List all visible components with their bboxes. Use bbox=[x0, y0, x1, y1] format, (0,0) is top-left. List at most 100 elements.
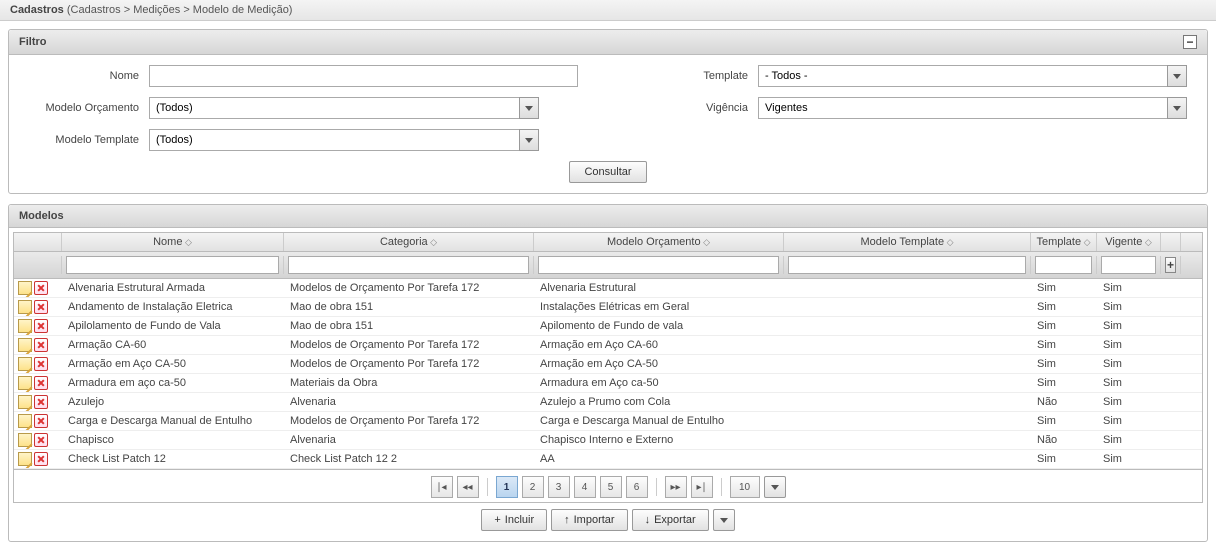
incluir-button[interactable]: +Incluir bbox=[481, 509, 547, 531]
template-dropdown-icon[interactable] bbox=[1167, 65, 1187, 87]
table-row[interactable]: AzulejoAlvenariaAzulejo a Prumo com Cola… bbox=[14, 393, 1202, 412]
edit-icon[interactable] bbox=[18, 319, 32, 333]
header-vigente[interactable]: Vigente bbox=[1097, 233, 1161, 251]
cell-modelo-template bbox=[784, 393, 1031, 411]
delete-icon[interactable] bbox=[34, 281, 48, 295]
edit-icon[interactable] bbox=[18, 395, 32, 409]
filter-panel-title: Filtro bbox=[19, 36, 47, 48]
edit-icon[interactable] bbox=[18, 357, 32, 371]
table-row[interactable]: Andamento de Instalação EletricaMao de o… bbox=[14, 298, 1202, 317]
exportar-split-button[interactable] bbox=[713, 509, 735, 531]
filter-template-input[interactable] bbox=[1035, 256, 1092, 274]
delete-icon[interactable] bbox=[34, 319, 48, 333]
cell-nome: Check List Patch 12 bbox=[62, 450, 284, 468]
delete-icon[interactable] bbox=[34, 357, 48, 371]
delete-icon[interactable] bbox=[34, 433, 48, 447]
pager-next-button[interactable]: ▸▸ bbox=[665, 476, 687, 498]
pager-size-dropdown-icon[interactable] bbox=[764, 476, 786, 498]
filter-template-model-input[interactable] bbox=[788, 256, 1026, 274]
filter-orcamento-input[interactable] bbox=[538, 256, 779, 274]
modelo-template-dropdown-icon[interactable] bbox=[519, 129, 539, 151]
label-modelo-orcamento: Modelo Orçamento bbox=[29, 102, 139, 114]
modelo-orcamento-dropdown-icon[interactable] bbox=[519, 97, 539, 119]
pager-page-button[interactable]: 6 bbox=[626, 476, 648, 498]
cell-nome: Andamento de Instalação Eletrica bbox=[62, 298, 284, 316]
consultar-button[interactable]: Consultar bbox=[569, 161, 646, 183]
modelo-template-select[interactable] bbox=[149, 129, 519, 151]
cell-vigente: Sim bbox=[1097, 431, 1161, 449]
pager-last-button[interactable]: ▸∣ bbox=[691, 476, 713, 498]
nome-input[interactable] bbox=[149, 65, 578, 87]
cell-modelo-orcamento: Alvenaria Estrutural bbox=[534, 279, 784, 297]
table-row[interactable]: Apilolamento de Fundo de ValaMao de obra… bbox=[14, 317, 1202, 336]
pager-first-button[interactable]: ∣◂ bbox=[431, 476, 453, 498]
cell-modelo-orcamento: Chapisco Interno e Externo bbox=[534, 431, 784, 449]
vigencia-dropdown-icon[interactable] bbox=[1167, 97, 1187, 119]
table-row[interactable]: Armação CA-60Modelos de Orçamento Por Ta… bbox=[14, 336, 1202, 355]
pager-prev-button[interactable]: ◂◂ bbox=[457, 476, 479, 498]
cell-categoria: Alvenaria bbox=[284, 393, 534, 411]
header-nome[interactable]: Nome bbox=[62, 233, 284, 251]
pager-page-button[interactable]: 5 bbox=[600, 476, 622, 498]
cell-vigente: Sim bbox=[1097, 412, 1161, 430]
cell-categoria: Materiais da Obra bbox=[284, 374, 534, 392]
delete-icon[interactable] bbox=[34, 414, 48, 428]
cell-vigente: Sim bbox=[1097, 355, 1161, 373]
edit-icon[interactable] bbox=[18, 433, 32, 447]
modelo-orcamento-select[interactable] bbox=[149, 97, 519, 119]
header-categoria[interactable]: Categoria bbox=[284, 233, 534, 251]
header-modelo-orcamento[interactable]: Modelo Orçamento bbox=[534, 233, 784, 251]
edit-icon[interactable] bbox=[18, 338, 32, 352]
table-row[interactable]: Carga e Descarga Manual de EntulhoModelo… bbox=[14, 412, 1202, 431]
edit-icon[interactable] bbox=[18, 281, 32, 295]
add-column-button[interactable]: + bbox=[1165, 257, 1176, 273]
filter-nome-input[interactable] bbox=[66, 256, 279, 274]
cell-vigente: Sim bbox=[1097, 298, 1161, 316]
cell-modelo-orcamento: Armadura em Aço ca-50 bbox=[534, 374, 784, 392]
delete-icon[interactable] bbox=[34, 338, 48, 352]
table-row[interactable]: Armação em Aço CA-50Modelos de Orçamento… bbox=[14, 355, 1202, 374]
vigencia-select[interactable] bbox=[758, 97, 1167, 119]
cell-template: Sim bbox=[1031, 298, 1097, 316]
pager: ∣◂ ◂◂ 123456 ▸▸ ▸∣ 10 bbox=[13, 470, 1203, 503]
table-row[interactable]: Check List Patch 12Check List Patch 12 2… bbox=[14, 450, 1202, 469]
delete-icon[interactable] bbox=[34, 395, 48, 409]
importar-button[interactable]: ↑Importar bbox=[551, 509, 627, 531]
collapse-button[interactable]: − bbox=[1183, 35, 1197, 49]
edit-icon[interactable] bbox=[18, 452, 32, 466]
pager-page-button[interactable]: 3 bbox=[548, 476, 570, 498]
edit-icon[interactable] bbox=[18, 376, 32, 390]
edit-icon[interactable] bbox=[18, 300, 32, 314]
pager-size-select[interactable]: 10 bbox=[730, 476, 760, 498]
cell-modelo-template bbox=[784, 355, 1031, 373]
cell-modelo-template bbox=[784, 336, 1031, 354]
grid-panel-title: Modelos bbox=[19, 210, 64, 222]
cell-modelo-orcamento: Carga e Descarga Manual de Entulho bbox=[534, 412, 784, 430]
arrow-down-icon: ↓ bbox=[645, 514, 651, 526]
cell-categoria: Modelos de Orçamento Por Tarefa 172 bbox=[284, 336, 534, 354]
cell-vigente: Sim bbox=[1097, 450, 1161, 468]
cell-vigente: Sim bbox=[1097, 336, 1161, 354]
delete-icon[interactable] bbox=[34, 300, 48, 314]
delete-icon[interactable] bbox=[34, 376, 48, 390]
pager-page-button[interactable]: 4 bbox=[574, 476, 596, 498]
filter-vigente-input[interactable] bbox=[1101, 256, 1156, 274]
delete-icon[interactable] bbox=[34, 452, 48, 466]
grid-body: Alvenaria Estrutural ArmadaModelos de Or… bbox=[13, 279, 1203, 470]
cell-template: Sim bbox=[1031, 279, 1097, 297]
pager-page-button[interactable]: 2 bbox=[522, 476, 544, 498]
exportar-button[interactable]: ↓Exportar bbox=[632, 509, 709, 531]
cell-template: Sim bbox=[1031, 374, 1097, 392]
cell-template: Sim bbox=[1031, 412, 1097, 430]
cell-modelo-orcamento: Armação em Aço CA-50 bbox=[534, 355, 784, 373]
filter-categoria-input[interactable] bbox=[288, 256, 529, 274]
header-modelo-template[interactable]: Modelo Template bbox=[784, 233, 1031, 251]
template-select[interactable] bbox=[758, 65, 1167, 87]
edit-icon[interactable] bbox=[18, 414, 32, 428]
header-template[interactable]: Template bbox=[1031, 233, 1097, 251]
header-actions bbox=[14, 233, 62, 251]
table-row[interactable]: Armadura em aço ca-50Materiais da ObraAr… bbox=[14, 374, 1202, 393]
table-row[interactable]: ChapiscoAlvenariaChapisco Interno e Exte… bbox=[14, 431, 1202, 450]
pager-page-button[interactable]: 1 bbox=[496, 476, 518, 498]
table-row[interactable]: Alvenaria Estrutural ArmadaModelos de Or… bbox=[14, 279, 1202, 298]
